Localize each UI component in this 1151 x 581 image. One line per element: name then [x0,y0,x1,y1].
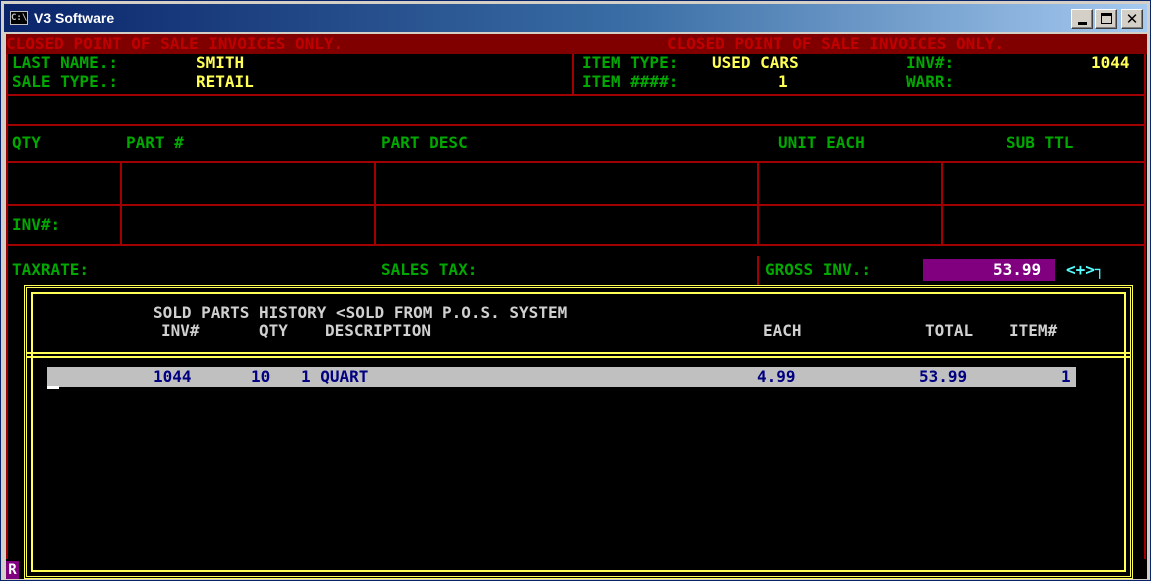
last-name-label: LAST NAME.: [12,53,118,72]
minimize-icon [1078,22,1087,25]
history-row-selected[interactable]: 1044 10 1 QUART 4.99 53.99 1 [47,367,1076,387]
grid-col-1 [120,161,122,244]
console-screen[interactable]: CLOSED POINT OF SALE INVOICES ONLY. CLOS… [6,34,1147,579]
close-icon: ✕ [1125,10,1139,28]
item-num-label: ITEM ####: [582,72,679,91]
taxrate-label: TAXRATE: [12,260,90,279]
history-col-each: EACH [763,321,802,340]
history-popup: SOLD PARTS HISTORY <SOLD FROM P.O.S. SYS… [24,285,1133,579]
close-button[interactable]: ✕ [1121,9,1143,29]
history-title: SOLD PARTS HISTORY <SOLD FROM P.O.S. SYS… [153,303,568,322]
col-qty: QTY [12,133,41,152]
console-window: C:\ V3 Software ✕ CLOSED POINT OF SALE I… [0,0,1151,581]
row-total: 53.99 [919,367,968,386]
frame-left [6,54,8,559]
grid-inv-label: INV#: [12,215,61,234]
maximize-button[interactable] [1095,9,1117,29]
header-divider [572,54,574,94]
grid-col-4 [941,161,943,244]
console-icon[interactable]: C:\ [10,11,28,25]
col-part-num: PART # [126,133,184,152]
row-item: 1 [1061,367,1071,386]
sale-type-value[interactable]: RETAIL [196,73,254,91]
grid-line-2 [6,124,1146,126]
history-col-inv: INV# [161,321,200,340]
grid-col-2 [374,161,376,244]
banner-right-text: CLOSED POINT OF SALE INVOICES ONLY. [667,34,1005,53]
grid-line-1 [6,94,1146,96]
row-description: 1 QUART [301,367,369,386]
inv-value[interactable]: 1044 [1091,54,1130,72]
col-unit-each: UNIT EACH [778,133,865,152]
grid-line-4 [6,204,1146,206]
text-cursor [47,386,59,389]
grid-col-3 [757,161,759,244]
grid-line-5 [6,244,1146,246]
history-col-item: ITEM# [1009,321,1058,340]
col-sub-ttl: SUB TTL [1006,133,1074,152]
item-num-value[interactable]: 1 [778,73,788,91]
col-part-desc: PART DESC [381,133,468,152]
item-type-value[interactable]: USED CARS [712,54,799,72]
history-col-description: DESCRIPTION [325,321,431,340]
row-inv: 1044 [153,367,192,386]
row-qty: 10 [251,367,271,386]
maximize-icon [1101,13,1112,24]
history-col-total: TOTAL [925,321,974,340]
plus-indicator: <+>┐ [1066,260,1105,279]
window-controls: ✕ [1071,9,1143,29]
minimize-button[interactable] [1071,9,1093,29]
banner-left-text: CLOSED POINT OF SALE INVOICES ONLY. [6,34,344,53]
corner-glyph: R [6,561,19,579]
sales-tax-label: SALES TAX: [381,260,478,279]
sale-type-label: SALE TYPE.: [12,72,118,91]
grid-line-3 [6,161,1146,163]
gross-inv-label: GROSS INV.: [765,260,871,279]
history-col-qty: QTY [259,321,288,340]
history-header-separator [27,352,1130,358]
window-title: V3 Software [34,10,115,26]
item-type-label: ITEM TYPE: [582,53,679,72]
title-bar[interactable]: C:\ V3 Software ✕ [4,4,1147,32]
gross-divider [757,256,759,286]
row-each: 4.99 [757,367,796,386]
gross-inv-value: 53.99 [993,260,1042,279]
inv-label: INV#: [906,53,955,72]
last-name-value[interactable]: SMITH [196,54,244,72]
frame-right [1144,54,1146,559]
warr-label: WARR: [906,72,955,91]
